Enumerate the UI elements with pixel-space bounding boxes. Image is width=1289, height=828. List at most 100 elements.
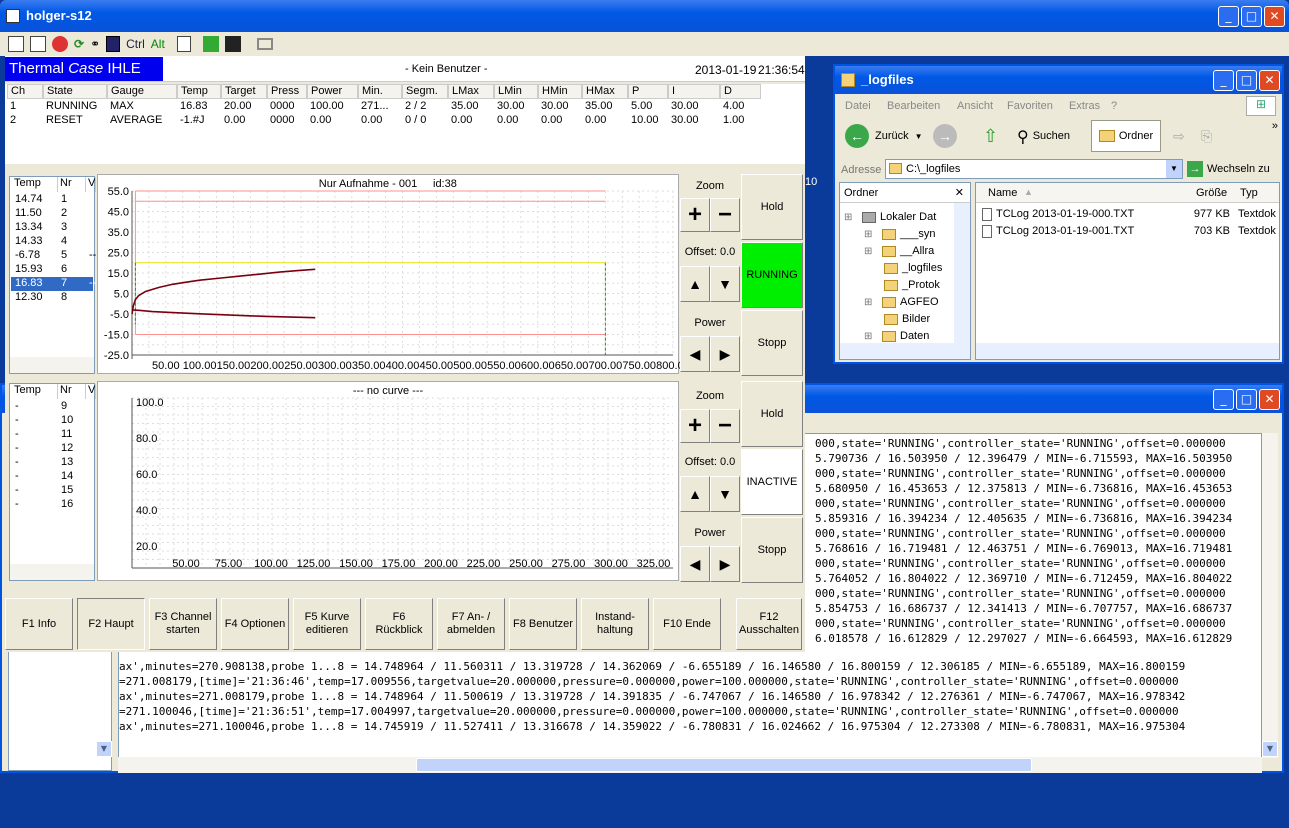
- col-size-header[interactable]: Größe: [1196, 187, 1227, 199]
- alt-toggle[interactable]: Alt: [151, 37, 165, 51]
- probe-row[interactable]: - 11: [11, 428, 93, 442]
- go-button[interactable]: → Wechseln zu: [1187, 159, 1270, 179]
- search-button[interactable]: ⚲ Suchen: [1017, 122, 1070, 150]
- explorer-minimize-button[interactable]: _: [1213, 70, 1234, 91]
- address-field[interactable]: C:\_logfiles ▼: [885, 159, 1183, 179]
- probe-row[interactable]: -9: [11, 400, 93, 414]
- log-hscroll-thumb[interactable]: [416, 758, 1032, 772]
- channel-col-header[interactable]: Press: [267, 84, 307, 99]
- fkey-button[interactable]: F5 Kurve editieren: [293, 598, 361, 650]
- target-icon[interactable]: [52, 36, 68, 52]
- channel-col-header[interactable]: Segm.: [402, 84, 448, 99]
- probe-row[interactable]: - 13: [11, 456, 93, 470]
- zoom-in-button-1[interactable]: +: [680, 198, 710, 232]
- channel-col-header[interactable]: LMin: [494, 84, 538, 99]
- channel-col-header[interactable]: Target: [221, 84, 267, 99]
- menu-item[interactable]: Ansicht: [957, 96, 993, 116]
- power-down-button-2[interactable]: ◀: [680, 546, 710, 582]
- link-icon[interactable]: ⚭: [90, 37, 100, 51]
- channel-col-header[interactable]: Power: [307, 84, 358, 99]
- channel-col-header[interactable]: Ch: [7, 84, 43, 99]
- explorer-maximize-button[interactable]: □: [1236, 70, 1257, 91]
- fkey-button[interactable]: F10 Ende: [653, 598, 721, 650]
- probe-col-header[interactable]: V: [86, 177, 96, 192]
- probe-col-header[interactable]: Nr: [58, 384, 86, 399]
- probe-row[interactable]: - 12: [11, 442, 93, 456]
- tree-item[interactable]: ⊞ Daten: [864, 328, 929, 344]
- probe-row[interactable]: 14.74 1: [11, 193, 93, 207]
- move-to-icon[interactable]: ⇨: [1173, 128, 1185, 145]
- copy-icon[interactable]: [176, 36, 191, 52]
- fkey-button[interactable]: F7 An- / abmelden: [437, 598, 505, 650]
- col-name-header[interactable]: Name: [988, 187, 1017, 199]
- main-titlebar[interactable]: holger-s12: [0, 0, 1289, 32]
- channel-col-header[interactable]: Temp: [177, 84, 221, 99]
- log-maximize-button[interactable]: □: [1236, 389, 1257, 410]
- menu-item[interactable]: Bearbeiten: [887, 96, 940, 116]
- address-dropdown-icon[interactable]: ▼: [1166, 160, 1182, 178]
- offset-up-button-2[interactable]: ▲: [680, 476, 710, 512]
- probe-col-header[interactable]: Temp: [12, 177, 58, 192]
- channel-col-header[interactable]: P: [628, 84, 668, 99]
- col-type-header[interactable]: Typ: [1240, 187, 1258, 199]
- forward-icon[interactable]: →: [933, 124, 957, 148]
- zoom-in-button-2[interactable]: +: [680, 409, 710, 443]
- fkey-button[interactable]: F1 Info: [5, 598, 73, 650]
- probe-row[interactable]: - 14: [11, 470, 93, 484]
- tree-hscroll[interactable]: [840, 343, 970, 359]
- power-up-button-2[interactable]: ▶: [710, 546, 740, 582]
- tree-vscroll[interactable]: [954, 203, 970, 343]
- menu-item[interactable]: ?: [1111, 96, 1117, 116]
- menu-item[interactable]: Favoriten: [1007, 96, 1053, 116]
- fkey-button[interactable]: F3 Channel starten: [149, 598, 217, 650]
- toolbar-more-icon[interactable]: »: [1272, 120, 1278, 132]
- files-hscroll[interactable]: [976, 343, 1279, 359]
- probe-row[interactable]: 14.33 4: [11, 235, 93, 249]
- probe-row[interactable]: 16.83 7 --: [11, 277, 96, 291]
- main-minimize-button[interactable]: _: [1218, 6, 1239, 27]
- back-button[interactable]: ← Zurück ▼: [845, 122, 923, 150]
- log-scroll-down[interactable]: ▼: [1262, 741, 1278, 757]
- zoom-out-button-1[interactable]: −: [710, 198, 740, 232]
- network-icon[interactable]: [202, 36, 219, 52]
- expand-icon[interactable]: ⊞: [864, 297, 882, 308]
- channel-col-header[interactable]: LMax: [448, 84, 494, 99]
- channel-col-header[interactable]: HMax: [582, 84, 628, 99]
- document-icon[interactable]: [30, 36, 46, 52]
- copy-to-icon[interactable]: ⎘: [1201, 128, 1212, 145]
- tree-item[interactable]: ⊞ AGFEO: [864, 294, 939, 310]
- tree-item[interactable]: ⊞ __Allra: [864, 243, 934, 259]
- tree-item[interactable]: _logfiles: [884, 260, 942, 276]
- log-minimize-button[interactable]: _: [1213, 389, 1234, 410]
- power-up-button-1[interactable]: ▶: [710, 336, 740, 372]
- up-folder-icon[interactable]: ⇧: [983, 126, 1003, 146]
- channel-col-header[interactable]: I: [668, 84, 720, 99]
- tree-item[interactable]: ⊞ ___syn: [864, 226, 935, 242]
- expand-icon[interactable]: ⊞: [864, 229, 882, 240]
- probe-row[interactable]: 12.30 8: [11, 291, 93, 305]
- offset-down-button-1[interactable]: ▼: [710, 266, 740, 302]
- menu-item[interactable]: Datei: [845, 96, 871, 116]
- left-pane-scroll-down[interactable]: ▼: [96, 741, 112, 757]
- save-icon[interactable]: [224, 36, 241, 52]
- file-row[interactable]: TCLog 2013-01-19-000.TXT 977 KB Textdok: [976, 207, 1279, 223]
- probe-row[interactable]: - 16: [11, 498, 93, 512]
- expand-icon[interactable]: ⊞: [864, 246, 882, 257]
- probe-col-header[interactable]: Temp: [12, 384, 58, 399]
- log-vscroll[interactable]: [1262, 433, 1278, 758]
- tree-item[interactable]: _Protok: [884, 277, 940, 293]
- expand-icon[interactable]: ⊞: [864, 331, 882, 342]
- refresh-icon[interactable]: ⟳: [74, 37, 84, 51]
- tree-item[interactable]: Bilder: [884, 311, 930, 327]
- main-maximize-button[interactable]: □: [1241, 6, 1262, 27]
- channel-col-header[interactable]: D: [720, 84, 761, 99]
- power-down-button-1[interactable]: ◀: [680, 336, 710, 372]
- expand-icon[interactable]: ⊞: [844, 212, 862, 223]
- explorer-close-button[interactable]: ✕: [1259, 70, 1280, 91]
- stop-button-2[interactable]: Stopp: [741, 517, 803, 583]
- probe-col-header[interactable]: Nr: [58, 177, 86, 192]
- probe-row[interactable]: - 10: [11, 414, 93, 428]
- stop-button-1[interactable]: Stopp: [741, 310, 803, 376]
- offset-up-button-1[interactable]: ▲: [680, 266, 710, 302]
- probe-row[interactable]: 13.34 3: [11, 221, 93, 235]
